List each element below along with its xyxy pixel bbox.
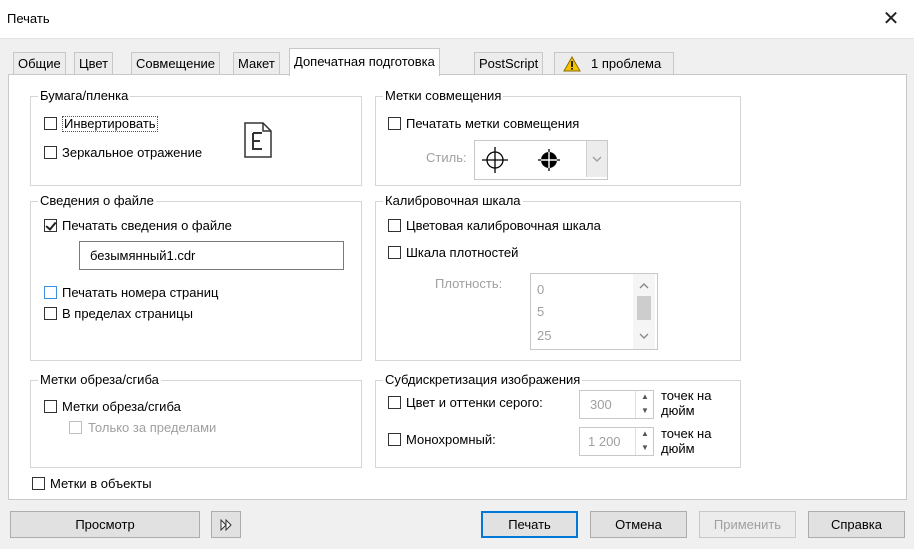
stepper-buttons[interactable]: ▲ ▼ xyxy=(635,428,654,455)
tab-label: 1 проблема xyxy=(591,56,662,71)
invert-label: Инвертировать xyxy=(62,116,158,132)
paper-film-group xyxy=(30,96,362,186)
color-dpi-stepper[interactable]: 300 ▲ ▼ xyxy=(579,390,654,419)
within-page-label: В пределах страницы xyxy=(62,306,193,321)
stepper-down-icon[interactable]: ▼ xyxy=(636,442,654,456)
downsample-color-checkbox[interactable] xyxy=(388,396,401,409)
marks-to-objects-label: Метки в объекты xyxy=(50,476,152,491)
group-title: Субдискретизация изображения xyxy=(383,372,583,387)
exterior-only-checkbox[interactable] xyxy=(69,421,82,434)
list-item[interactable]: 25 xyxy=(537,328,551,343)
tab-label: Совмещение xyxy=(136,56,215,71)
file-info-input[interactable]: безымянный1.cdr xyxy=(79,241,344,270)
chevron-down-icon xyxy=(592,156,602,162)
unit-line: точек на xyxy=(661,426,712,441)
tab-issues[interactable]: 1 проблема xyxy=(554,52,674,75)
stepper-down-icon[interactable]: ▼ xyxy=(636,405,654,419)
tab-color[interactable]: Цвет xyxy=(74,52,114,75)
invert-checkbox[interactable] xyxy=(44,117,57,130)
crop-marks-checkbox[interactable] xyxy=(44,400,57,413)
tab-label: Макет xyxy=(238,56,275,71)
density-label: Плотность: xyxy=(435,276,503,291)
help-button-label: Справка xyxy=(831,517,882,532)
within-page-checkbox[interactable] xyxy=(44,307,57,320)
unit-line: дюйм xyxy=(661,441,695,456)
list-item[interactable]: 0 xyxy=(537,282,544,297)
help-button[interactable]: Справка xyxy=(808,511,905,538)
crosshair-mark-icon xyxy=(482,147,508,173)
tab-postscript[interactable]: PostScript xyxy=(474,52,544,75)
window-title: Печать xyxy=(7,11,50,26)
tab-label: Допечатная подготовка xyxy=(294,54,435,69)
cancel-button-label: Отмена xyxy=(615,517,662,532)
color-dpi-unit: точек на дюйм xyxy=(661,388,711,418)
tab-prepress[interactable]: Допечатная подготовка xyxy=(289,48,440,76)
crop-marks-label: Метки обреза/сгиба xyxy=(62,399,181,414)
print-page-numbers-checkbox[interactable] xyxy=(44,286,57,299)
double-arrow-right-icon xyxy=(220,518,232,532)
list-item[interactable]: 5 xyxy=(537,304,544,319)
file-info-value: безымянный1.cdr xyxy=(90,248,196,263)
print-page-numbers-label: Печатать номера страниц xyxy=(62,285,219,300)
scrollbar[interactable] xyxy=(633,274,655,349)
tab-label: Цвет xyxy=(79,56,109,71)
chevron-down-icon xyxy=(639,333,649,339)
unit-line: точек на xyxy=(661,388,712,403)
print-button-label: Печать xyxy=(508,517,551,532)
color-dpi-value: 300 xyxy=(590,397,612,412)
mono-dpi-unit: точек на дюйм xyxy=(661,426,711,456)
cancel-button[interactable]: Отмена xyxy=(590,511,687,538)
close-button[interactable]: ✕ xyxy=(876,6,906,32)
scrollbar-thumb[interactable] xyxy=(637,296,651,320)
print-button[interactable]: Печать xyxy=(481,511,578,538)
downsample-mono-label: Монохромный: xyxy=(406,432,496,447)
tab-layout[interactable]: Макет xyxy=(233,52,280,75)
print-registration-checkbox[interactable] xyxy=(388,117,401,130)
color-calibration-checkbox[interactable] xyxy=(388,219,401,232)
group-title: Калибровочная шкала xyxy=(383,193,523,208)
stepper-up-icon[interactable]: ▲ xyxy=(636,428,654,442)
tab-general[interactable]: Общие xyxy=(13,52,66,75)
print-file-info-checkbox[interactable] xyxy=(44,219,57,232)
color-calibration-label: Цветовая калибровочная шкала xyxy=(406,218,601,233)
mono-dpi-stepper[interactable]: 1 200 ▲ ▼ xyxy=(579,427,654,456)
group-title: Сведения о файле xyxy=(38,193,156,208)
density-listbox[interactable]: 0 5 25 xyxy=(530,273,658,350)
stepper-buttons[interactable]: ▲ ▼ xyxy=(635,391,654,418)
marks-to-objects-checkbox[interactable] xyxy=(32,477,45,490)
print-registration-label: Печатать метки совмещения xyxy=(406,116,580,131)
exterior-only-label: Только за пределами xyxy=(88,420,217,435)
preview-button-label: Просмотр xyxy=(75,517,135,532)
group-title: Бумага/пленка xyxy=(38,88,131,103)
warning-icon xyxy=(563,56,581,72)
tab-label: Общие xyxy=(18,56,61,71)
bullseye-mark-icon xyxy=(538,149,560,171)
mirror-checkbox[interactable] xyxy=(44,146,57,159)
close-icon: ✕ xyxy=(882,8,900,30)
mirror-label: Зеркальное отражение xyxy=(62,145,203,160)
group-title: Метки совмещения xyxy=(383,88,504,103)
title-bar: Печать ✕ xyxy=(0,0,914,39)
tab-separations[interactable]: Совмещение xyxy=(131,52,220,75)
dropdown-arrow-button[interactable] xyxy=(586,141,607,177)
downsample-color-label: Цвет и оттенки серого: xyxy=(406,395,543,410)
densitometer-checkbox[interactable] xyxy=(388,246,401,259)
style-label: Стиль: xyxy=(426,150,467,165)
densitometer-label: Шкала плотностей xyxy=(406,245,519,260)
expand-preview-button[interactable] xyxy=(211,511,241,538)
page-preview-icon xyxy=(244,122,272,158)
apply-button[interactable]: Применить xyxy=(699,511,796,538)
tab-label: PostScript xyxy=(479,56,539,71)
chevron-up-icon xyxy=(639,283,649,289)
unit-line: дюйм xyxy=(661,403,695,418)
stepper-up-icon[interactable]: ▲ xyxy=(636,391,654,405)
print-file-info-label: Печатать сведения о файле xyxy=(62,218,232,233)
registration-style-dropdown[interactable] xyxy=(474,140,608,180)
group-title: Метки обреза/сгиба xyxy=(38,372,161,387)
mono-dpi-value: 1 200 xyxy=(588,434,621,449)
apply-button-label: Применить xyxy=(713,517,782,532)
downsample-mono-checkbox[interactable] xyxy=(388,433,401,446)
preview-button[interactable]: Просмотр xyxy=(10,511,200,538)
